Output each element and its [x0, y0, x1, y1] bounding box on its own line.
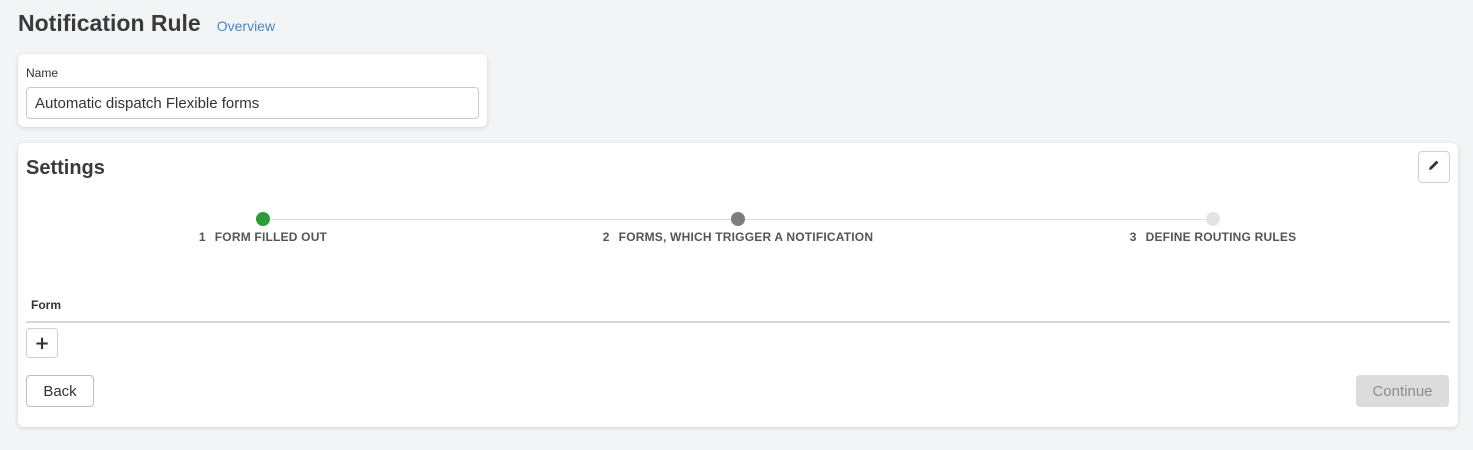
step-3-label: 3 DEFINE ROUTING RULES [1130, 230, 1297, 244]
step-1-number: 1 [198, 230, 206, 244]
overview-link[interactable]: Overview [217, 18, 275, 34]
form-column-header: Form [31, 298, 61, 312]
edit-button[interactable] [1418, 151, 1450, 183]
pencil-icon [1428, 158, 1440, 176]
add-form-button[interactable]: + [26, 328, 58, 358]
continue-button[interactable]: Continue [1356, 375, 1449, 407]
step-2-text: FORMS, WHICH TRIGGER A NOTIFICATION [618, 230, 874, 244]
form-divider [26, 321, 1450, 323]
step-1-indicator [256, 212, 270, 226]
step-2-label: 2 FORMS, WHICH TRIGGER A NOTIFICATION [603, 230, 873, 244]
page-title: Notification Rule [18, 10, 201, 36]
step-1-text: FORM FILLED OUT [214, 230, 328, 244]
step-2-number: 2 [602, 230, 610, 244]
step-3-text: DEFINE ROUTING RULES [1145, 230, 1297, 244]
step-1-label: 1 FORM FILLED OUT [199, 230, 327, 244]
page-header: Notification Rule Overview [18, 10, 275, 37]
step-3-number: 3 [1129, 230, 1137, 244]
settings-card: Settings 1 FORM FILLED OUT 2 FORMS, WHICH … [18, 143, 1458, 427]
name-input[interactable] [26, 87, 479, 119]
back-button[interactable]: Back [26, 375, 94, 407]
name-card: Name [18, 54, 487, 127]
step-2-indicator [731, 212, 745, 226]
settings-title: Settings [26, 157, 105, 179]
name-label: Name [26, 66, 59, 80]
step-3-indicator [1206, 212, 1220, 226]
